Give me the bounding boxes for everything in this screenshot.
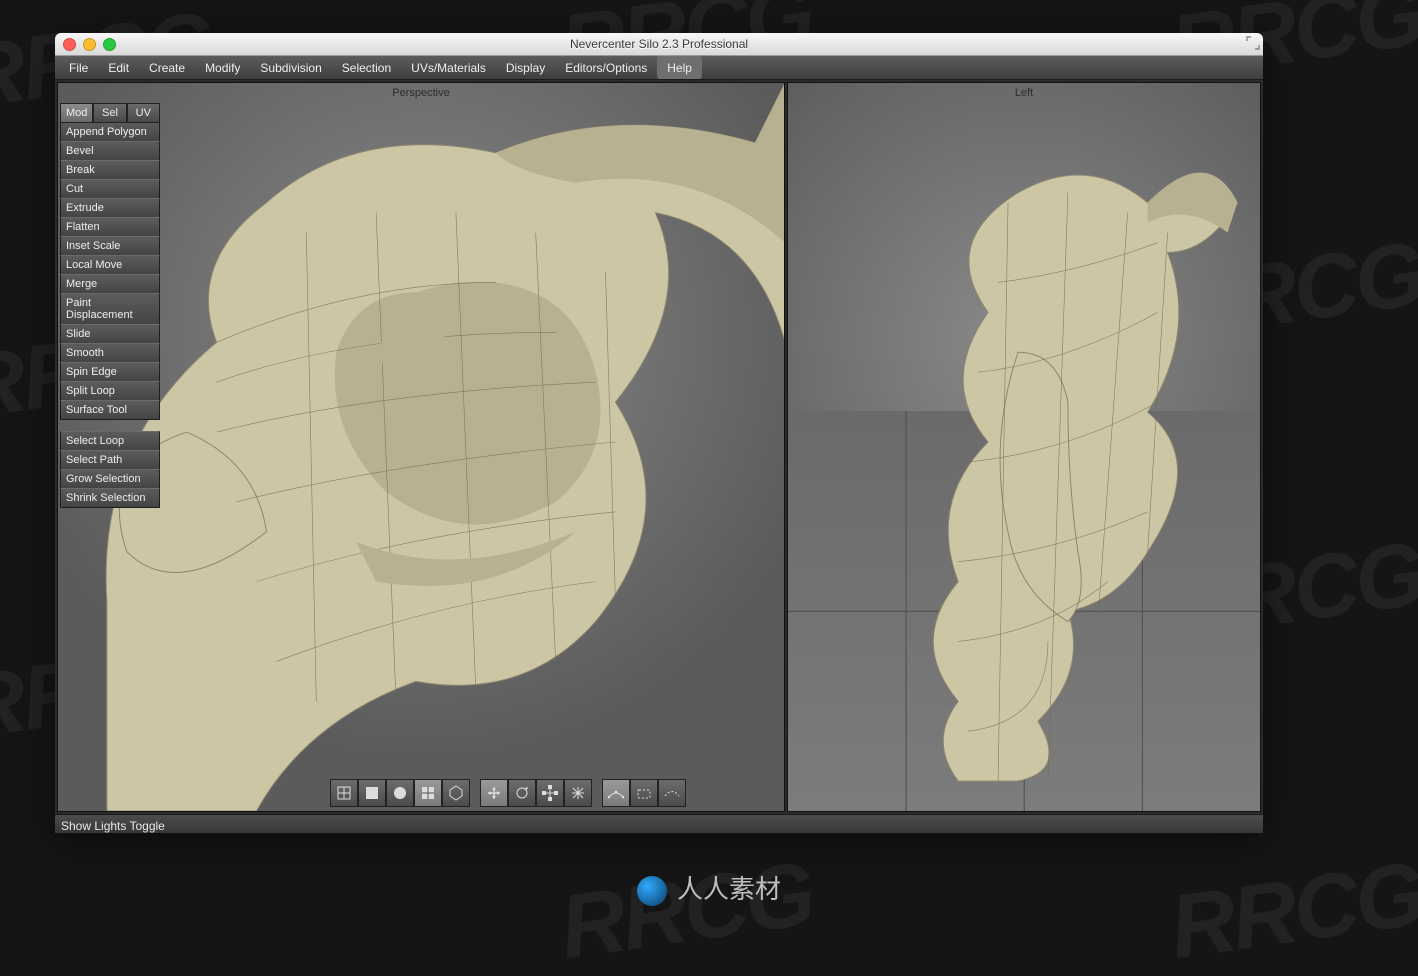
tool-surface-tool[interactable]: Surface Tool [60,400,160,420]
footer-branding: 人人素材 [0,869,1418,906]
tool-append-polygon[interactable]: Append Polygon [60,122,160,142]
menu-modify[interactable]: Modify [195,56,250,79]
fullscreen-icon[interactable] [1246,36,1260,50]
shading-ghosted-button[interactable] [442,779,470,807]
shading-shaded-wire-button[interactable] [414,779,442,807]
manip-rotate-button[interactable] [508,779,536,807]
workspace: Perspective [55,80,1263,814]
status-bar: Show Lights Toggle [55,814,1263,833]
manip-scale-button[interactable] [536,779,564,807]
viewport-left[interactable]: Left [787,82,1261,812]
tool-split-loop[interactable]: Split Loop [60,381,160,401]
mod-tool-list: Append Polygon Bevel Break Cut Extrude F… [60,122,160,420]
sel-tool-list: Select Loop Select Path Grow Selection S… [60,431,160,508]
tool-merge[interactable]: Merge [60,274,160,294]
brand-logo-icon [637,876,667,906]
menubar: File Edit Create Modify Subdivision Sele… [55,56,1263,80]
snap-group [602,779,686,807]
tool-grow-selection[interactable]: Grow Selection [60,469,160,489]
tab-uv[interactable]: UV [127,103,160,123]
tool-flatten[interactable]: Flatten [60,217,160,237]
tool-panel: Mod Sel UV Append Polygon Bevel Break Cu… [60,103,160,508]
shading-mode-group [330,779,470,807]
menu-subdivision[interactable]: Subdivision [250,56,331,79]
menu-help[interactable]: Help [657,56,702,79]
menu-edit[interactable]: Edit [98,56,139,79]
viewport-toolbar [330,779,686,807]
status-text: Show Lights Toggle [61,819,165,833]
menu-editors-options[interactable]: Editors/Options [555,56,657,79]
shading-wireframe-button[interactable] [330,779,358,807]
titlebar[interactable]: Nevercenter Silo 2.3 Professional [55,33,1263,56]
shading-smooth-button[interactable] [386,779,414,807]
window-title: Nevercenter Silo 2.3 Professional [55,37,1263,51]
tool-paint-displacement[interactable]: Paint Displacement [60,293,160,325]
tool-bevel[interactable]: Bevel [60,141,160,161]
menu-selection[interactable]: Selection [332,56,401,79]
tool-select-path[interactable]: Select Path [60,450,160,470]
manip-universal-button[interactable] [564,779,592,807]
desktop: RRCG RRCG RRCG RRCG RRCG RRCG RRCG RRCG … [0,0,1418,976]
tool-extrude[interactable]: Extrude [60,198,160,218]
snap-curve-button[interactable] [658,779,686,807]
tool-break[interactable]: Break [60,160,160,180]
tool-cut[interactable]: Cut [60,179,160,199]
tab-mod[interactable]: Mod [60,103,93,123]
snap-grid-button[interactable] [602,779,630,807]
tool-shrink-selection[interactable]: Shrink Selection [60,488,160,508]
snap-edge-button[interactable] [630,779,658,807]
brand-text: 人人素材 [677,874,781,904]
tab-sel[interactable]: Sel [93,103,126,123]
tool-spin-edge[interactable]: Spin Edge [60,362,160,382]
tool-smooth[interactable]: Smooth [60,343,160,363]
menu-file[interactable]: File [59,56,98,79]
shading-flat-button[interactable] [358,779,386,807]
manip-move-button[interactable] [480,779,508,807]
app-window: Nevercenter Silo 2.3 Professional File E… [55,33,1263,833]
tool-panel-tabs: Mod Sel UV [60,103,160,123]
tool-select-loop[interactable]: Select Loop [60,431,160,451]
tool-local-move[interactable]: Local Move [60,255,160,275]
model-perspective [58,83,784,811]
viewport-perspective[interactable]: Perspective [57,82,785,812]
menu-uvs-materials[interactable]: UVs/Materials [401,56,496,79]
tool-inset-scale[interactable]: Inset Scale [60,236,160,256]
menu-display[interactable]: Display [496,56,555,79]
menu-create[interactable]: Create [139,56,195,79]
model-left [788,83,1260,811]
tool-slide[interactable]: Slide [60,324,160,344]
manipulator-group [480,779,592,807]
